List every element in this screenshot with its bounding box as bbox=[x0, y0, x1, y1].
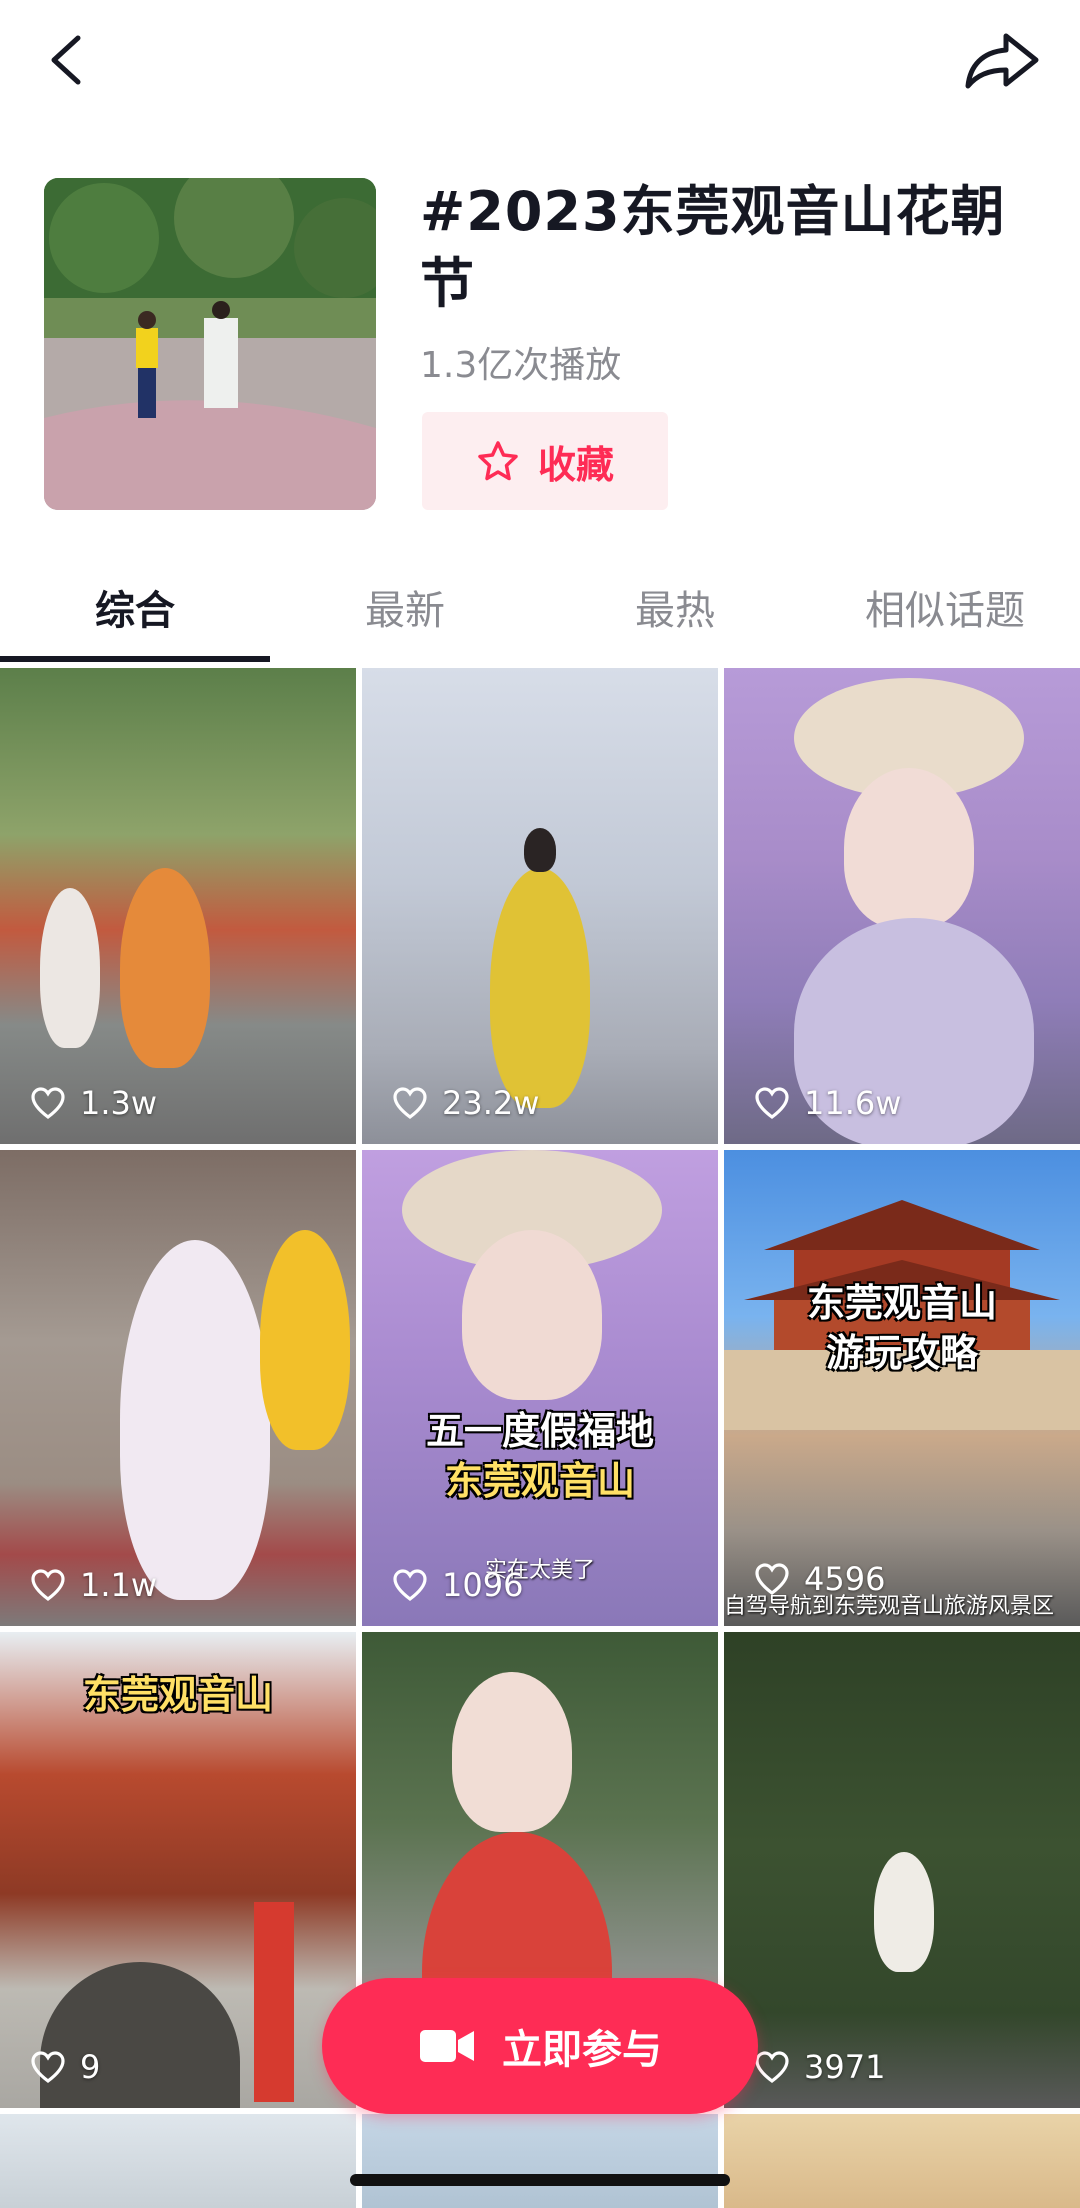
video-grid: 1.3w 23.2w 11.6w 1.1w 五一度假福地 东莞观音山 实在太美了… bbox=[0, 668, 1080, 2208]
like-count: 1.3w bbox=[30, 1084, 157, 1122]
favorite-button[interactable]: 收藏 bbox=[422, 412, 668, 510]
like-count: 1096 bbox=[392, 1566, 523, 1604]
video-overlay-title: 五一度假福地 bbox=[425, 1409, 654, 1453]
video-tile[interactable]: 23.2w bbox=[362, 668, 718, 1144]
video-tile[interactable] bbox=[362, 2114, 718, 2208]
topic-page: #2023东莞观音山花朝节 1.3亿次播放 收藏 综合 最新 最热 相似话题 1… bbox=[0, 0, 1080, 2208]
heart-outline-icon bbox=[393, 1087, 427, 1120]
face-figure bbox=[462, 1230, 602, 1400]
like-count: 11.6w bbox=[754, 1084, 901, 1122]
share-arrow-icon bbox=[965, 33, 1039, 89]
heart-outline-icon bbox=[755, 1087, 789, 1120]
video-tile[interactable] bbox=[0, 2114, 356, 2208]
red-banner bbox=[254, 1902, 294, 2102]
share-button[interactable] bbox=[962, 28, 1042, 92]
like-count: 4596 bbox=[754, 1560, 885, 1598]
robed-figure bbox=[490, 868, 590, 1108]
dancer-figure bbox=[120, 868, 210, 1068]
face-figure bbox=[452, 1672, 572, 1832]
like-count: 9 bbox=[30, 2048, 100, 2086]
topic-title: #2023东莞观音山花朝节 bbox=[420, 180, 1006, 315]
child-figure bbox=[874, 1852, 934, 1972]
tab-comprehensive[interactable]: 综合 bbox=[0, 575, 270, 665]
home-indicator[interactable] bbox=[350, 2174, 730, 2186]
tab-similar-topics[interactable]: 相似话题 bbox=[810, 575, 1080, 665]
tab-bar: 综合 最新 最热 相似话题 bbox=[0, 575, 1080, 665]
video-tile[interactable]: 五一度假福地 东莞观音山 实在太美了 1096 bbox=[362, 1150, 718, 1626]
video-tile[interactable]: 1.1w bbox=[0, 1150, 356, 1626]
tab-latest[interactable]: 最新 bbox=[270, 575, 540, 665]
video-overlay-title: 东莞观音山 bbox=[806, 1281, 997, 1325]
star-outline-icon bbox=[478, 441, 518, 481]
face-figure bbox=[844, 768, 974, 928]
chevron-left-icon bbox=[51, 35, 81, 85]
favorite-label: 收藏 bbox=[537, 442, 614, 487]
heart-outline-icon bbox=[31, 1569, 65, 1602]
like-count: 1.1w bbox=[30, 1566, 157, 1604]
video-overlay-subtitle: 东莞观音山 bbox=[444, 1459, 635, 1503]
like-count: 23.2w bbox=[392, 1084, 539, 1122]
tab-active-indicator bbox=[0, 656, 270, 662]
video-tile[interactable]: 1.3w bbox=[0, 668, 356, 1144]
join-now-button[interactable]: 立即参与 bbox=[322, 1978, 758, 2114]
heart-outline-icon bbox=[31, 1087, 65, 1120]
video-tile[interactable]: 东莞观音山 9 bbox=[0, 1632, 356, 2108]
back-button[interactable] bbox=[38, 28, 102, 92]
heart-outline-icon bbox=[755, 1563, 789, 1596]
video-overlay-title: 东莞观音山 bbox=[82, 1673, 273, 1717]
video-tile[interactable]: 东莞观音山 游玩攻略 自驾导航到东莞观音山旅游风景区 4596 bbox=[724, 1150, 1080, 1626]
like-count: 3971 bbox=[754, 2048, 885, 2086]
video-overlay-subtitle: 游玩攻略 bbox=[825, 1331, 978, 1375]
video-camera-icon bbox=[420, 2030, 474, 2062]
join-now-label: 立即参与 bbox=[502, 2027, 662, 2073]
heart-outline-icon bbox=[755, 2051, 789, 2084]
tab-hottest[interactable]: 最热 bbox=[540, 575, 810, 665]
person-figure bbox=[40, 888, 100, 1048]
video-tile[interactable]: 11.6w bbox=[724, 668, 1080, 1144]
heart-outline-icon bbox=[393, 1569, 427, 1602]
head-figure bbox=[524, 828, 556, 872]
person-figure bbox=[260, 1230, 350, 1450]
play-count: 1.3亿次播放 bbox=[420, 345, 622, 386]
video-tile[interactable] bbox=[724, 2114, 1080, 2208]
video-tile[interactable]: 3971 bbox=[724, 1632, 1080, 2108]
gate-arch bbox=[40, 1962, 240, 2108]
dancer-figure bbox=[120, 1240, 270, 1600]
heart-outline-icon bbox=[31, 2051, 65, 2084]
topic-cover-image bbox=[44, 178, 376, 510]
